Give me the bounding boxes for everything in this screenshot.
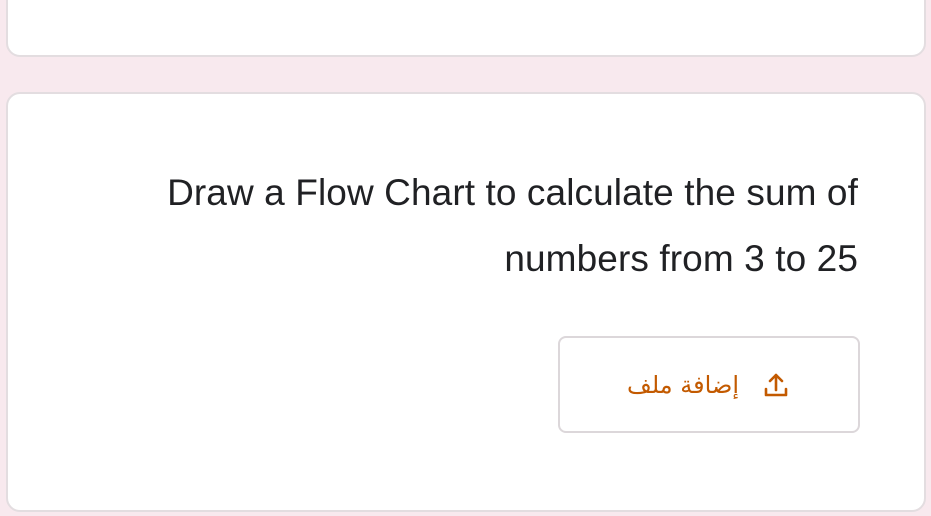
upload-icon	[761, 370, 791, 400]
question-card: Draw a Flow Chart to calculate the sum o…	[6, 92, 926, 512]
question-text: Draw a Flow Chart to calculate the sum o…	[167, 172, 858, 279]
add-file-button[interactable]: إضافة ملف	[558, 336, 860, 433]
add-file-label: إضافة ملف	[627, 370, 739, 399]
previous-card	[6, 0, 926, 57]
